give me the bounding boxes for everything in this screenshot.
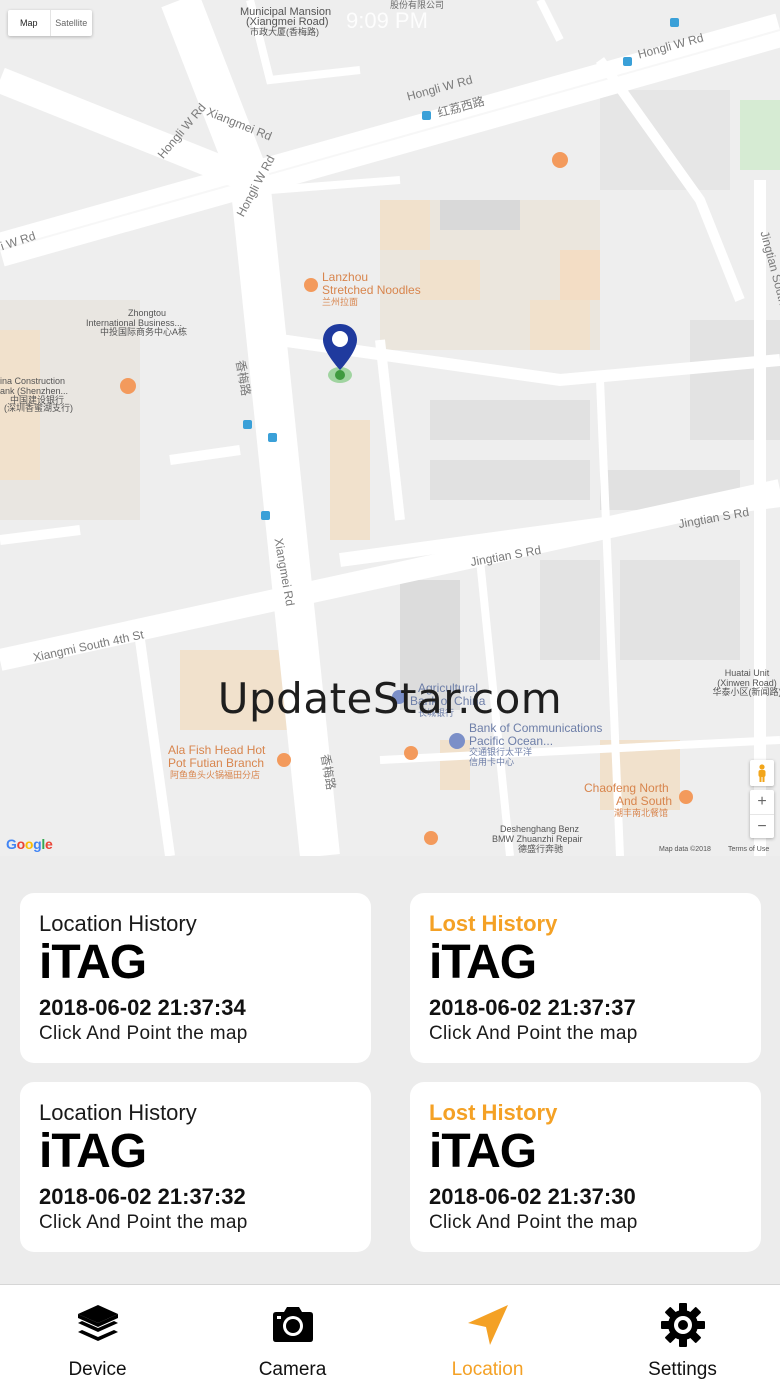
street-view-pegman[interactable] <box>750 760 774 786</box>
card-device-name: iTAG <box>429 936 537 989</box>
card-title: Location History <box>39 1100 197 1125</box>
map-label: Bank of Communications <box>469 721 603 735</box>
map-label: 兰州拉面 <box>322 297 359 307</box>
tab-device[interactable]: Device <box>0 1285 195 1387</box>
card-title: Lost History <box>429 1100 558 1125</box>
map-label: Ala Fish Head Hot <box>168 743 266 757</box>
navigation-arrow-icon <box>467 1305 508 1345</box>
card-device-name: iTAG <box>39 936 147 989</box>
map-label: Chaofeng North <box>584 781 669 795</box>
card-timestamp: 2018-06-02 21:37:32 <box>39 1184 246 1209</box>
map-label: Lanzhou <box>322 270 369 284</box>
map-type-toggle[interactable]: Map Satellite <box>8 10 92 36</box>
card-device-name: iTAG <box>429 1125 537 1178</box>
map-label: 股份有限公司 <box>390 0 445 10</box>
tab-label: Device <box>68 1359 127 1380</box>
history-card[interactable]: Lost History iTAG 2018-06-02 21:37:37 Cl… <box>410 893 761 1063</box>
card-timestamp: 2018-06-02 21:37:30 <box>429 1184 636 1209</box>
map-canvas <box>0 0 780 856</box>
card-title: Lost History <box>429 911 558 936</box>
map-label: BMW Zhuanzhi Repair <box>492 834 583 844</box>
terms-of-use-link[interactable]: Terms of Use <box>728 846 769 853</box>
map-data-attribution: Map data ©2018 <box>659 846 711 853</box>
map-label: 信用卡中心 <box>469 757 515 767</box>
history-card[interactable]: Location History iTAG 2018-06-02 21:37:3… <box>20 1082 371 1252</box>
card-title: Location History <box>39 911 197 936</box>
map-label: Zhongtou <box>127 308 167 318</box>
tab-label: Settings <box>648 1359 717 1380</box>
map-label: 交通银行太平洋 <box>469 747 533 757</box>
map-label: Deshenghang Benz <box>500 824 580 834</box>
pegman-icon <box>758 764 766 782</box>
card-hint: Click And Point the map <box>429 1023 638 1044</box>
gear-icon <box>660 1303 705 1347</box>
map-label: ina Construction <box>0 376 66 386</box>
zoom-out-button[interactable]: − <box>750 814 774 838</box>
map-view[interactable]: Municipal Mansion (Xiangmei Road) 市政大厦(香… <box>0 0 780 856</box>
map-label: Pacific Ocean... <box>469 734 554 748</box>
map-type-satellite[interactable]: Satellite <box>49 10 93 36</box>
history-grid: Location History iTAG 2018-06-02 21:37:3… <box>0 856 780 1284</box>
zoom-controls: + − <box>750 790 774 838</box>
layers-icon <box>77 1305 118 1341</box>
card-hint: Click And Point the map <box>429 1212 638 1233</box>
tab-camera[interactable]: Camera <box>195 1285 390 1387</box>
watermark: UpdateStar.com <box>217 674 563 723</box>
map-label: 潮丰南北餐馆 <box>614 808 669 818</box>
map-label: 中投国际商务中心A栋 <box>100 327 188 337</box>
zoom-in-button[interactable]: + <box>750 790 774 814</box>
tab-label: Camera <box>258 1359 327 1380</box>
camera-icon <box>272 1307 313 1342</box>
map-label: 市政大厦(香梅路) <box>250 27 319 37</box>
card-hint: Click And Point the map <box>39 1212 248 1233</box>
map-label: Pot Futian Branch <box>168 756 265 770</box>
card-device-name: iTAG <box>39 1125 147 1178</box>
tab-location[interactable]: Location <box>390 1285 585 1387</box>
history-card[interactable]: Lost History iTAG 2018-06-02 21:37:30 Cl… <box>410 1082 761 1252</box>
history-card[interactable]: Location History iTAG 2018-06-02 21:37:3… <box>20 893 371 1063</box>
map-label: 德盛行奔驰 <box>518 844 564 854</box>
card-timestamp: 2018-06-02 21:37:34 <box>39 995 246 1020</box>
map-label: (深圳香蜜湖支行) <box>4 403 73 413</box>
map-label: Stretched Noodles <box>322 283 421 297</box>
tab-settings[interactable]: Settings <box>585 1285 780 1387</box>
tab-bar: Device Camera Location Settings <box>0 1284 780 1387</box>
map-label: 阿鱼鱼头火锅福田分店 <box>170 770 261 780</box>
map-type-map[interactable]: Map <box>8 10 50 36</box>
card-hint: Click And Point the map <box>39 1023 248 1044</box>
card-timestamp: 2018-06-02 21:37:37 <box>429 995 636 1020</box>
google-logo: Google <box>6 836 53 852</box>
device-location-pin[interactable] <box>320 320 360 386</box>
tab-label: Location <box>451 1359 524 1380</box>
map-label: And South <box>616 794 673 808</box>
